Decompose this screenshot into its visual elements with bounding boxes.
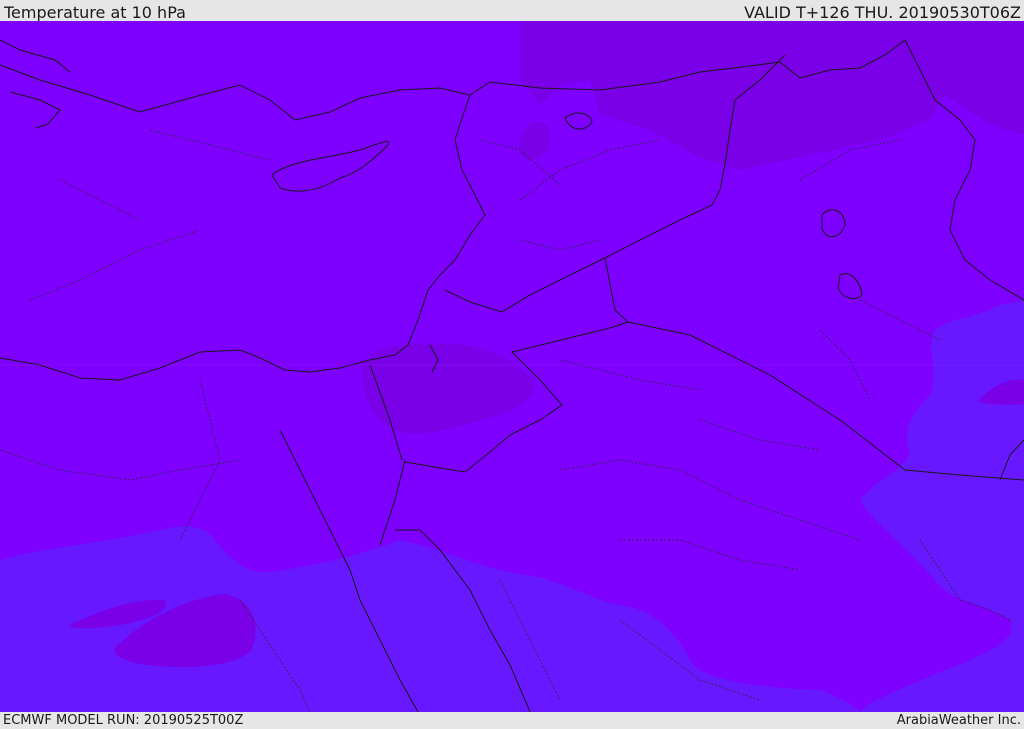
model-run-label: ECMWF MODEL RUN: 20190525T00Z — [3, 713, 244, 728]
map-canvas — [0, 21, 1024, 712]
credit-label: ArabiaWeather Inc. — [896, 713, 1021, 728]
map-title: Temperature at 10 hPa — [4, 3, 186, 22]
footer-bar: ECMWF MODEL RUN: 20190525T00Z ArabiaWeat… — [0, 712, 1024, 729]
header-bar: Temperature at 10 hPa VALID T+126 THU. 2… — [0, 0, 1024, 22]
valid-time-label: VALID T+126 THU. 20190530T06Z — [744, 3, 1021, 22]
weather-map[interactable] — [0, 21, 1024, 712]
